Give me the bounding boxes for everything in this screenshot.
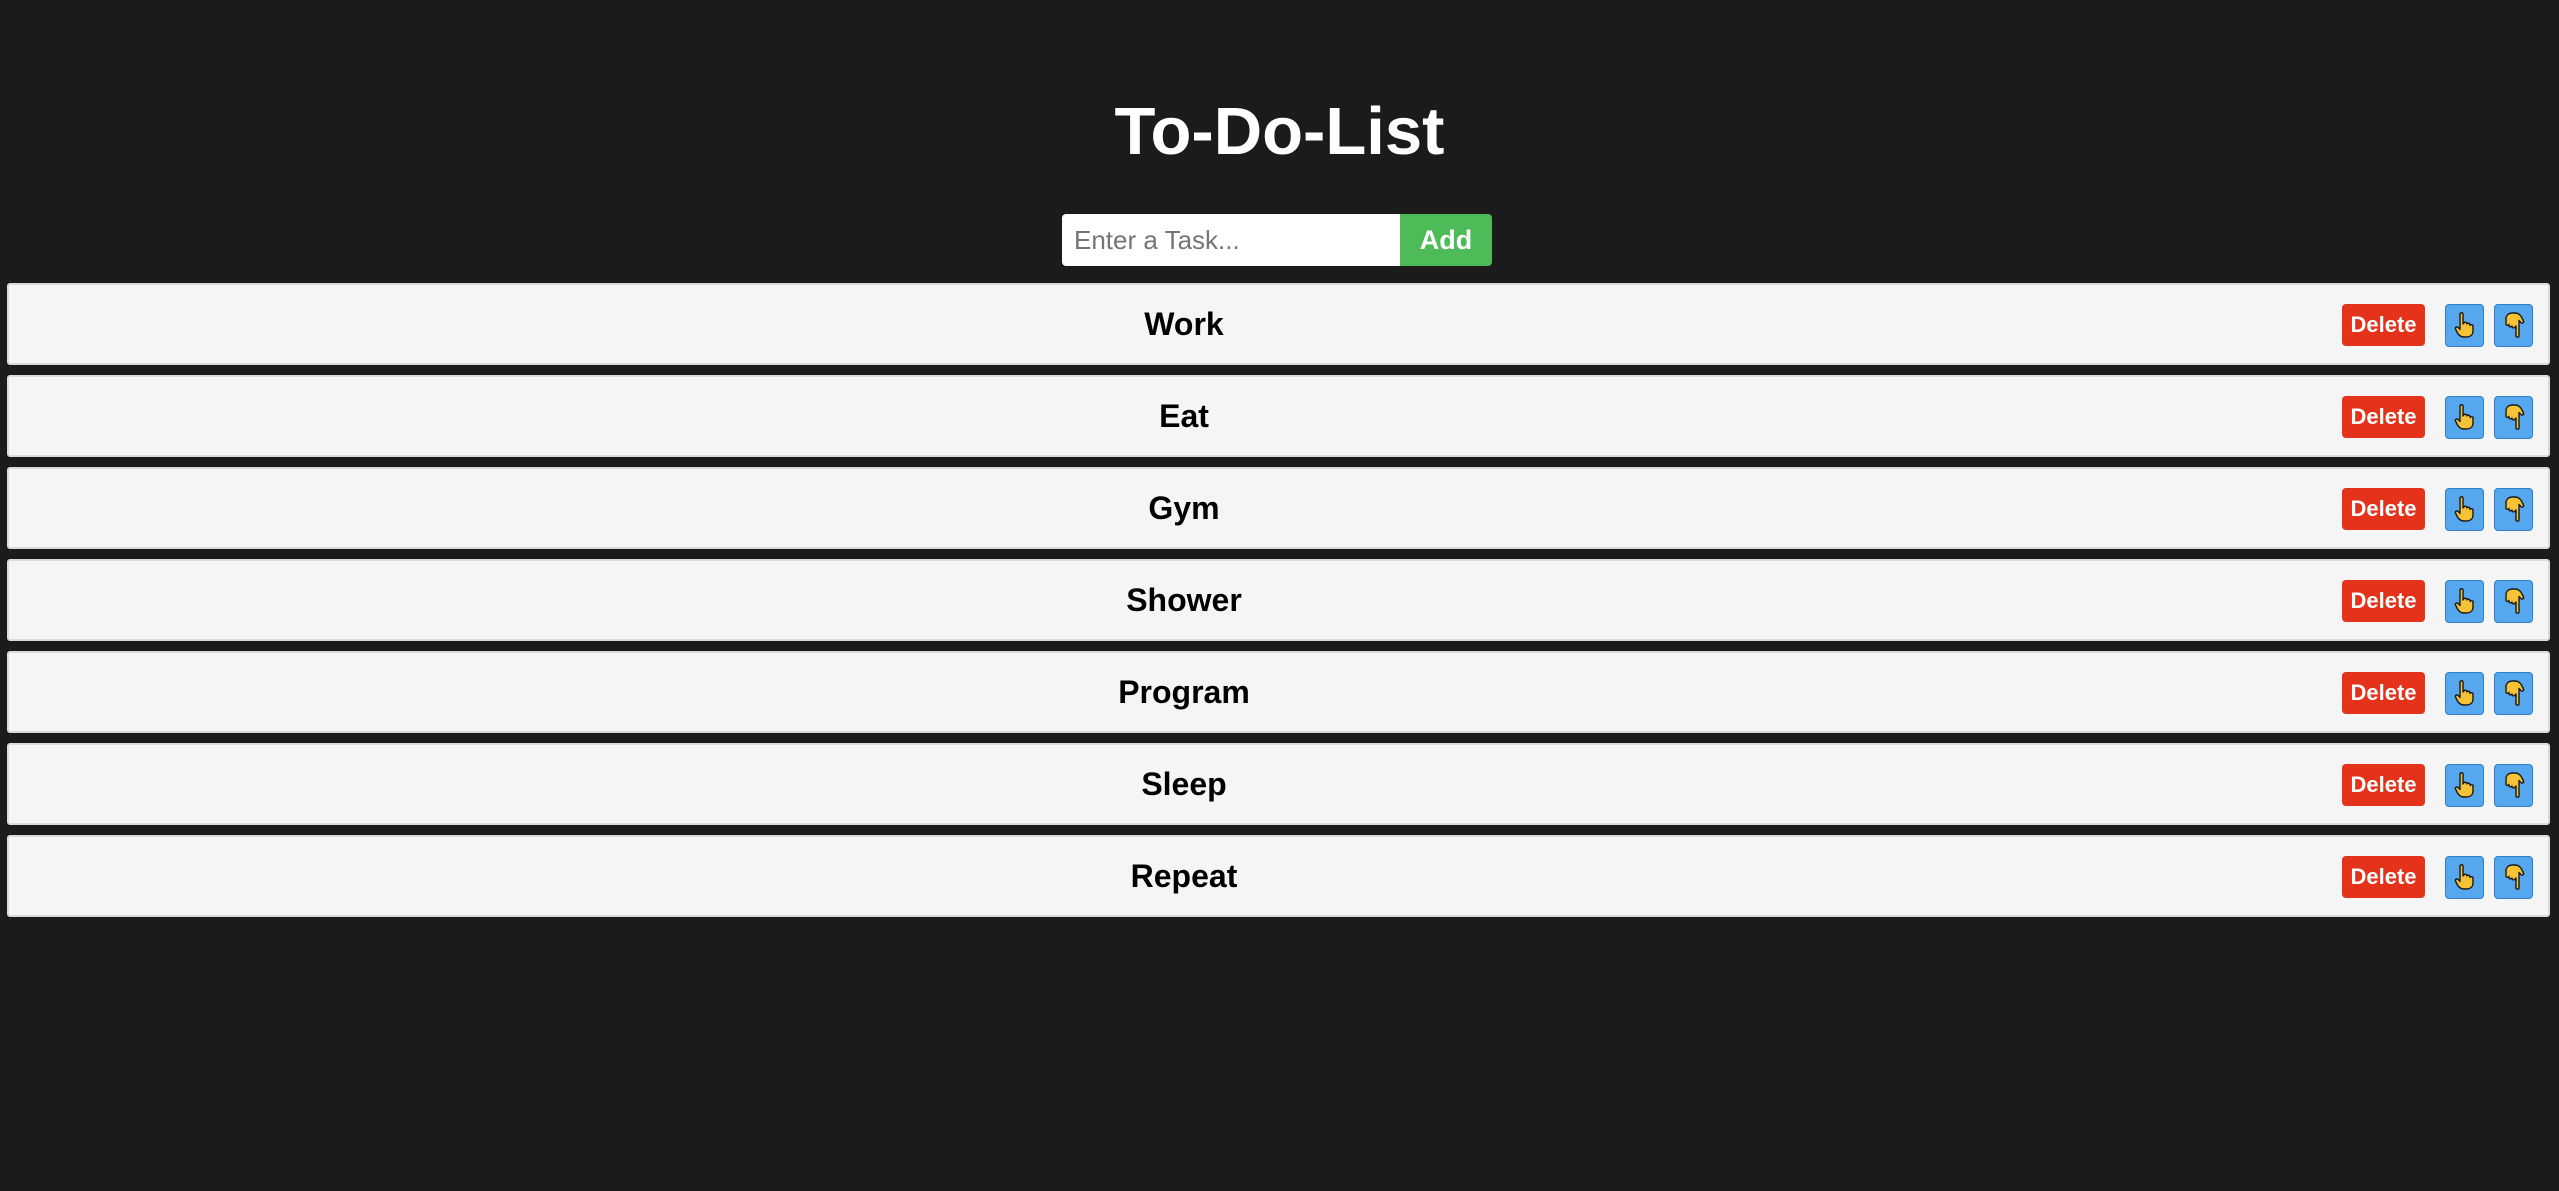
delete-button[interactable]: Delete: [2342, 304, 2425, 346]
pointing-up-hand-icon: [2454, 588, 2474, 614]
task-label: Program: [1118, 674, 1250, 710]
move-up-button[interactable]: [2445, 303, 2484, 347]
move-down-button[interactable]: [2494, 671, 2533, 715]
task-entry-form: Add: [1062, 214, 1492, 266]
pointing-up-hand-icon: [2454, 496, 2474, 522]
pointing-down-hand-icon: [2504, 404, 2524, 430]
delete-button[interactable]: Delete: [2342, 488, 2425, 530]
move-down-button[interactable]: [2494, 487, 2533, 531]
pointing-up-hand-icon: [2454, 772, 2474, 798]
pointing-down-hand-icon: [2504, 864, 2524, 890]
move-up-button[interactable]: [2445, 763, 2484, 807]
todo-app: To-Do-List Add Work Delete: [0, 0, 2559, 1191]
task-label: Gym: [1148, 490, 1220, 526]
delete-button[interactable]: Delete: [2342, 856, 2425, 898]
move-down-button[interactable]: [2494, 579, 2533, 623]
move-down-button[interactable]: [2494, 855, 2533, 899]
task-controls: Delete: [2342, 579, 2533, 623]
task-controls: Delete: [2342, 487, 2533, 531]
move-up-button[interactable]: [2445, 579, 2484, 623]
move-up-button[interactable]: [2445, 487, 2484, 531]
task-label: Work: [1144, 306, 1224, 342]
task-controls: Delete: [2342, 855, 2533, 899]
task-controls: Delete: [2342, 763, 2533, 807]
add-button[interactable]: Add: [1400, 214, 1492, 266]
task-row: Shower Delete: [7, 559, 2550, 641]
move-up-button[interactable]: [2445, 395, 2484, 439]
move-up-button[interactable]: [2445, 671, 2484, 715]
move-down-button[interactable]: [2494, 763, 2533, 807]
page-title: To-Do-List: [1114, 94, 1445, 169]
task-row: Work Delete: [7, 283, 2550, 365]
delete-button[interactable]: Delete: [2342, 396, 2425, 438]
task-row: Repeat Delete: [7, 835, 2550, 917]
task-input[interactable]: [1062, 214, 1400, 266]
move-down-button[interactable]: [2494, 303, 2533, 347]
task-row: Sleep Delete: [7, 743, 2550, 825]
task-row: Gym Delete: [7, 467, 2550, 549]
pointing-down-hand-icon: [2504, 312, 2524, 338]
task-row: Eat Delete: [7, 375, 2550, 457]
pointing-up-hand-icon: [2454, 404, 2474, 430]
delete-button[interactable]: Delete: [2342, 764, 2425, 806]
task-label: Sleep: [1141, 766, 1227, 802]
task-controls: Delete: [2342, 671, 2533, 715]
task-label: Repeat: [1130, 858, 1238, 894]
task-row: Program Delete: [7, 651, 2550, 733]
task-label: Shower: [1126, 582, 1242, 618]
move-up-button[interactable]: [2445, 855, 2484, 899]
pointing-up-hand-icon: [2454, 864, 2474, 890]
task-list: Work Delete Eat Delete Gym Delete Shower…: [7, 283, 2550, 927]
delete-button[interactable]: Delete: [2342, 672, 2425, 714]
task-controls: Delete: [2342, 395, 2533, 439]
pointing-down-hand-icon: [2504, 680, 2524, 706]
task-controls: Delete: [2342, 303, 2533, 347]
pointing-down-hand-icon: [2504, 496, 2524, 522]
pointing-down-hand-icon: [2504, 588, 2524, 614]
task-label: Eat: [1159, 398, 1209, 434]
pointing-up-hand-icon: [2454, 680, 2474, 706]
pointing-down-hand-icon: [2504, 772, 2524, 798]
move-down-button[interactable]: [2494, 395, 2533, 439]
pointing-up-hand-icon: [2454, 312, 2474, 338]
delete-button[interactable]: Delete: [2342, 580, 2425, 622]
